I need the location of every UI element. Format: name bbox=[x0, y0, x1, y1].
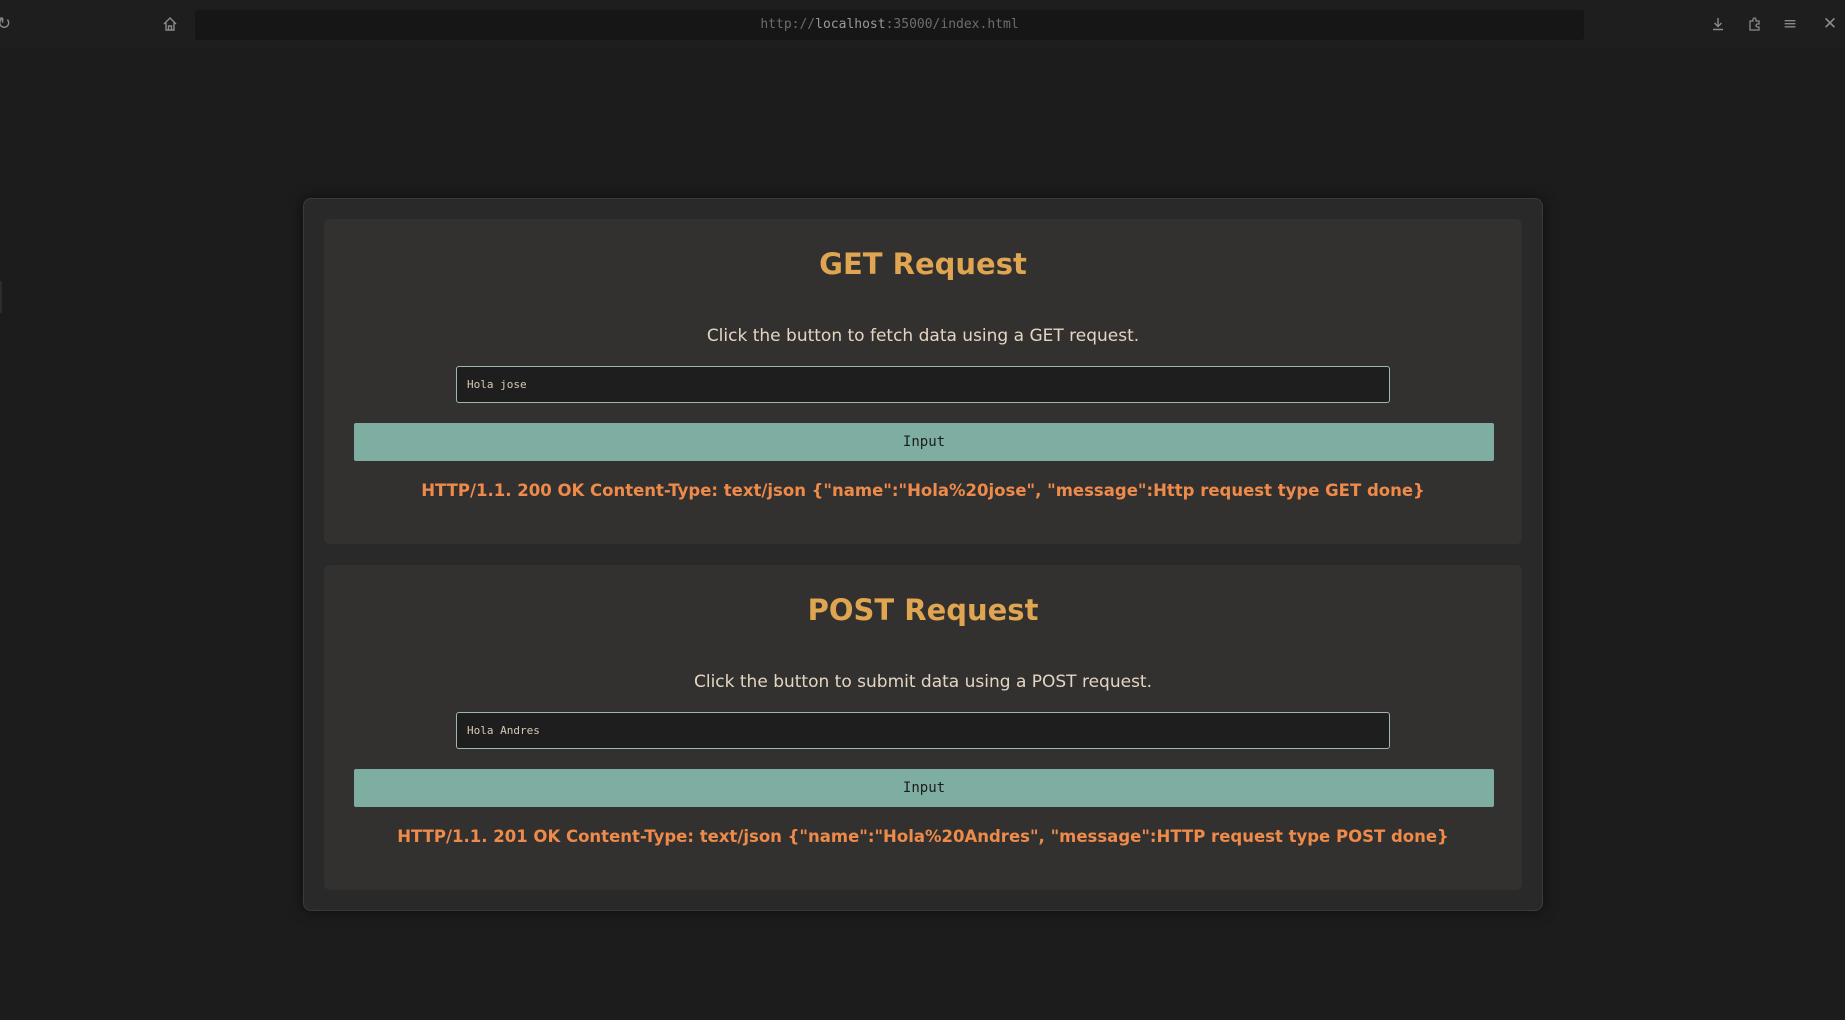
close-icon[interactable]: ✕ bbox=[1818, 12, 1842, 36]
url-host: localhost bbox=[815, 17, 886, 32]
url-scheme: http:// bbox=[760, 17, 816, 32]
get-description: Click the button to fetch data using a G… bbox=[706, 326, 1140, 346]
main-container: GET Request Click the button to fetch da… bbox=[303, 198, 1543, 911]
post-request-card: POST Request Click the button to submit … bbox=[324, 565, 1522, 890]
get-title: GET Request bbox=[819, 247, 1027, 281]
reload-icon[interactable]: ↻ bbox=[0, 12, 16, 36]
menu-icon[interactable]: ≡ bbox=[1778, 12, 1802, 36]
post-description: Click the button to submit data using a … bbox=[693, 672, 1152, 692]
url-path: :35000/index.html bbox=[885, 17, 1019, 32]
url-bar[interactable]: http://localhost:35000/index.html bbox=[195, 10, 1584, 40]
extensions-icon[interactable] bbox=[1743, 12, 1767, 36]
get-input[interactable] bbox=[456, 366, 1390, 403]
post-response: HTTP/1.1. 201 OK Content-Type: text/json… bbox=[397, 827, 1449, 846]
home-icon[interactable] bbox=[158, 12, 182, 36]
post-button[interactable]: Input bbox=[354, 769, 1494, 807]
post-title: POST Request bbox=[807, 593, 1039, 627]
post-input[interactable] bbox=[456, 712, 1390, 749]
download-icon[interactable] bbox=[1706, 12, 1730, 36]
get-request-card: GET Request Click the button to fetch da… bbox=[324, 219, 1522, 544]
sidebar-edge bbox=[0, 281, 2, 313]
get-button[interactable]: Input bbox=[354, 423, 1494, 461]
browser-toolbar: ↻ http://localhost:35000/index.html ≡ ✕ bbox=[0, 0, 1845, 49]
get-response: HTTP/1.1. 200 OK Content-Type: text/json… bbox=[421, 481, 1425, 500]
